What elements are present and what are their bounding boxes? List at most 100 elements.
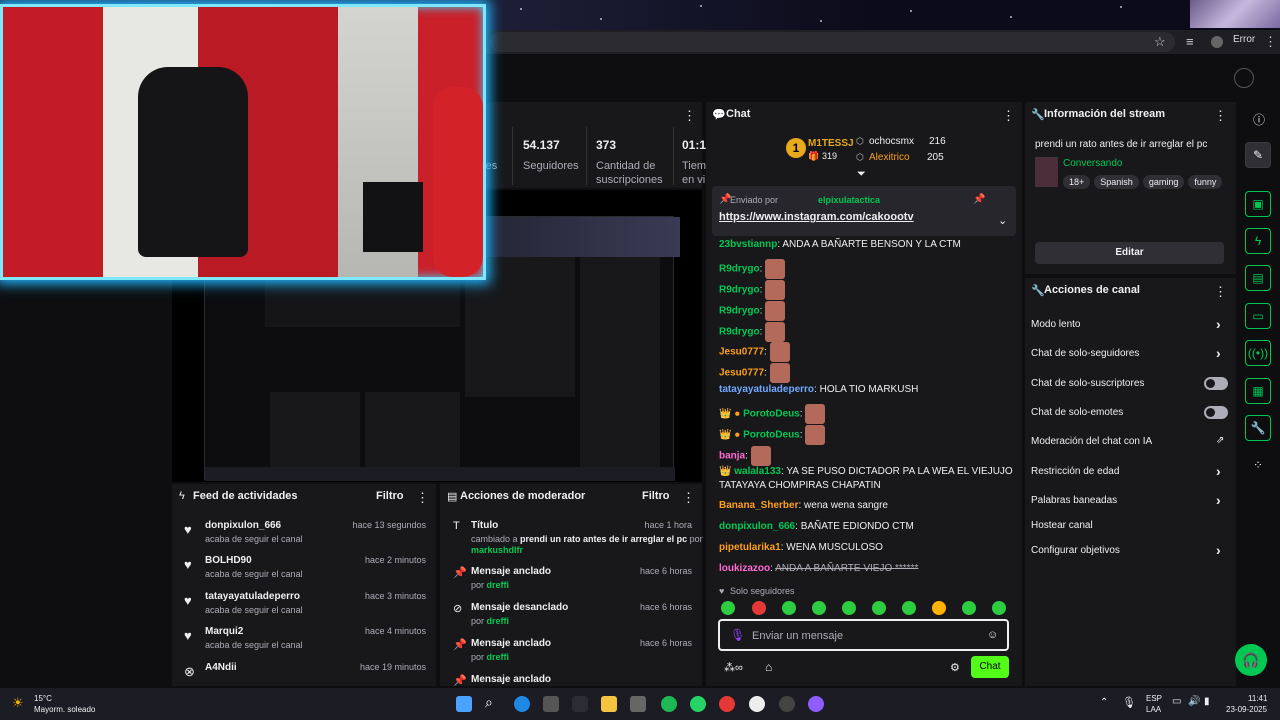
browser-error-button[interactable]: Error [1233,34,1255,45]
wrench-icon: 🔧 [1031,285,1045,297]
microphone-icon[interactable]: 🎙 [730,628,745,642]
wallpaper-corner-image [1190,0,1280,28]
action-configure-goals[interactable]: Configurar objetivos [1031,545,1120,556]
chevron-up-icon[interactable]: ⌃ [1100,697,1108,708]
file-explorer-icon[interactable] [601,696,617,712]
unpin-icon[interactable]: 📌 [973,194,985,205]
mod-menu-icon[interactable]: ⋮ [682,490,695,506]
chrome-icon[interactable] [719,696,735,712]
stats-menu-icon[interactable]: ⋮ [683,108,696,124]
emotes-only-toggle[interactable] [1204,406,1228,419]
action-slow-mode[interactable]: Modo lento [1031,319,1080,330]
emote-icon [765,301,786,321]
language-code[interactable]: ESP [1146,694,1162,703]
pinned-link[interactable]: https://www.instagram.com/cakoootv [719,211,914,223]
pin-icon: 📌 [453,675,467,686]
edit-stream-button[interactable]: Editar [1035,242,1224,264]
panels-icon[interactable]: ▦ [1245,378,1271,404]
pinned-user[interactable]: elpixulatactica [818,195,880,205]
search-icon[interactable]: ⌕ [485,694,501,710]
leaderboard-third-name[interactable]: Alexitrico [869,152,910,163]
profile-avatar-icon[interactable] [1211,36,1223,48]
store-icon[interactable]: ⌂ [765,660,772,674]
action-age-restriction[interactable]: Restricción de edad [1031,466,1119,477]
edit-pencil-icon[interactable]: ✎ [1245,142,1271,168]
subs-label-2: suscripciones [596,174,663,186]
chat-message: donpixulon_666: BAÑATE EDIONDO CTM [719,521,914,532]
chat-menu-icon[interactable]: ⋮ [1002,108,1015,124]
clock-date[interactable]: 23-09-2025 [1226,705,1267,714]
activity-menu-icon[interactable]: ⋮ [416,490,429,506]
action-followers-only[interactable]: Chat de solo-seguidores [1031,348,1139,359]
document-icon: ▤ [447,491,458,503]
tag-chip[interactable]: Spanish [1094,175,1139,189]
leaderboard-second-name[interactable]: ochocsmx [869,136,914,147]
category-thumbnail[interactable] [1035,157,1058,187]
app-icon[interactable] [572,696,588,712]
info-icon[interactable]: ⓘ [1253,111,1265,128]
language-layout[interactable]: LAA [1146,705,1161,714]
address-bar[interactable] [490,32,1175,52]
tag-chip[interactable]: 18+ [1063,175,1091,189]
action-host-channel[interactable]: Hostear canal [1031,520,1093,531]
leaderboard-top-name[interactable]: M1TESSJ [808,138,854,149]
wrench-tool-icon[interactable]: 🔧 [1245,415,1271,441]
bookmark-star-icon[interactable]: ☆ [1154,34,1166,50]
subscribers-only-toggle[interactable] [1204,377,1228,390]
camera-scan-icon[interactable]: ▣ [1245,191,1271,217]
emote-button[interactable] [752,601,766,615]
mod-filter-button[interactable]: Filtro [642,490,670,502]
settings-gear-icon[interactable]: ⚙ [950,661,960,674]
emote-button[interactable] [721,601,735,615]
emote-icon [805,425,826,445]
reading-list-icon[interactable]: ≡ [1186,34,1194,49]
edge-browser-icon[interactable] [514,696,530,712]
emote-button[interactable] [782,601,796,615]
emote-button[interactable] [932,601,946,615]
volume-icon[interactable]: 🔊 [1188,696,1200,707]
tag-chip[interactable]: funny [1188,175,1223,189]
app-icon[interactable] [630,696,646,712]
lightning-icon: ϟ [179,490,185,502]
network-icon[interactable]: ▭ [1172,696,1181,707]
emote-button[interactable] [872,601,886,615]
chat-send-button[interactable]: Chat [971,656,1009,678]
lightning-icon[interactable]: ϟ [1245,228,1271,254]
chevron-down-icon[interactable]: ⌄ [998,214,1007,227]
stream-info-menu-icon[interactable]: ⋮ [1214,108,1227,124]
chat-bubble-icon[interactable]: ▭ [1245,303,1271,329]
emote-button[interactable] [962,601,976,615]
whatsapp-icon[interactable] [690,696,706,712]
activity-filter-button[interactable]: Filtro [376,490,404,502]
mod-actions-title: Acciones de moderador [460,490,586,502]
document-icon[interactable]: ▤ [1245,265,1271,291]
store-icon[interactable] [543,696,559,712]
tag-chip[interactable]: gaming [1142,175,1185,189]
channel-actions-menu-icon[interactable]: ⋮ [1214,284,1227,300]
microphone-icon[interactable]: 🎙 [1122,696,1136,709]
broadcast-icon[interactable]: ((•)) [1245,340,1271,366]
chrome-profile-icon[interactable] [808,696,824,712]
list-item: ♥ BOLHD90 hace 2 minutos acaba de seguir… [184,555,426,579]
emote-button[interactable] [992,601,1006,615]
stream-category[interactable]: Conversando [1063,158,1122,169]
emoji-icon[interactable]: ☺ [987,629,998,641]
action-banned-words[interactable]: Palabras baneadas [1031,495,1117,506]
action-ai-moderation[interactable]: Moderación del chat con IA [1031,436,1152,447]
points-icon[interactable]: ⁂∞ [724,661,743,674]
app-icon[interactable] [779,696,795,712]
apps-dots-icon[interactable]: ⁘ [1253,458,1263,472]
support-headset-icon[interactable]: 🎧 [1235,644,1267,676]
emote-button[interactable] [812,601,826,615]
filter-down-icon[interactable]: ⏷ [857,168,866,181]
browser-menu-icon[interactable]: ⋮ [1264,34,1277,50]
user-avatar-icon[interactable] [1234,68,1254,88]
battery-icon[interactable]: ▮ [1204,696,1210,707]
spotify-icon[interactable] [661,696,677,712]
obs-icon[interactable] [749,696,765,712]
weather-sun-icon[interactable]: ☀ [12,695,24,711]
emote-button[interactable] [842,601,856,615]
clock-time[interactable]: 11:41 [1248,694,1267,703]
windows-start-icon[interactable] [456,696,472,712]
emote-button[interactable] [902,601,916,615]
